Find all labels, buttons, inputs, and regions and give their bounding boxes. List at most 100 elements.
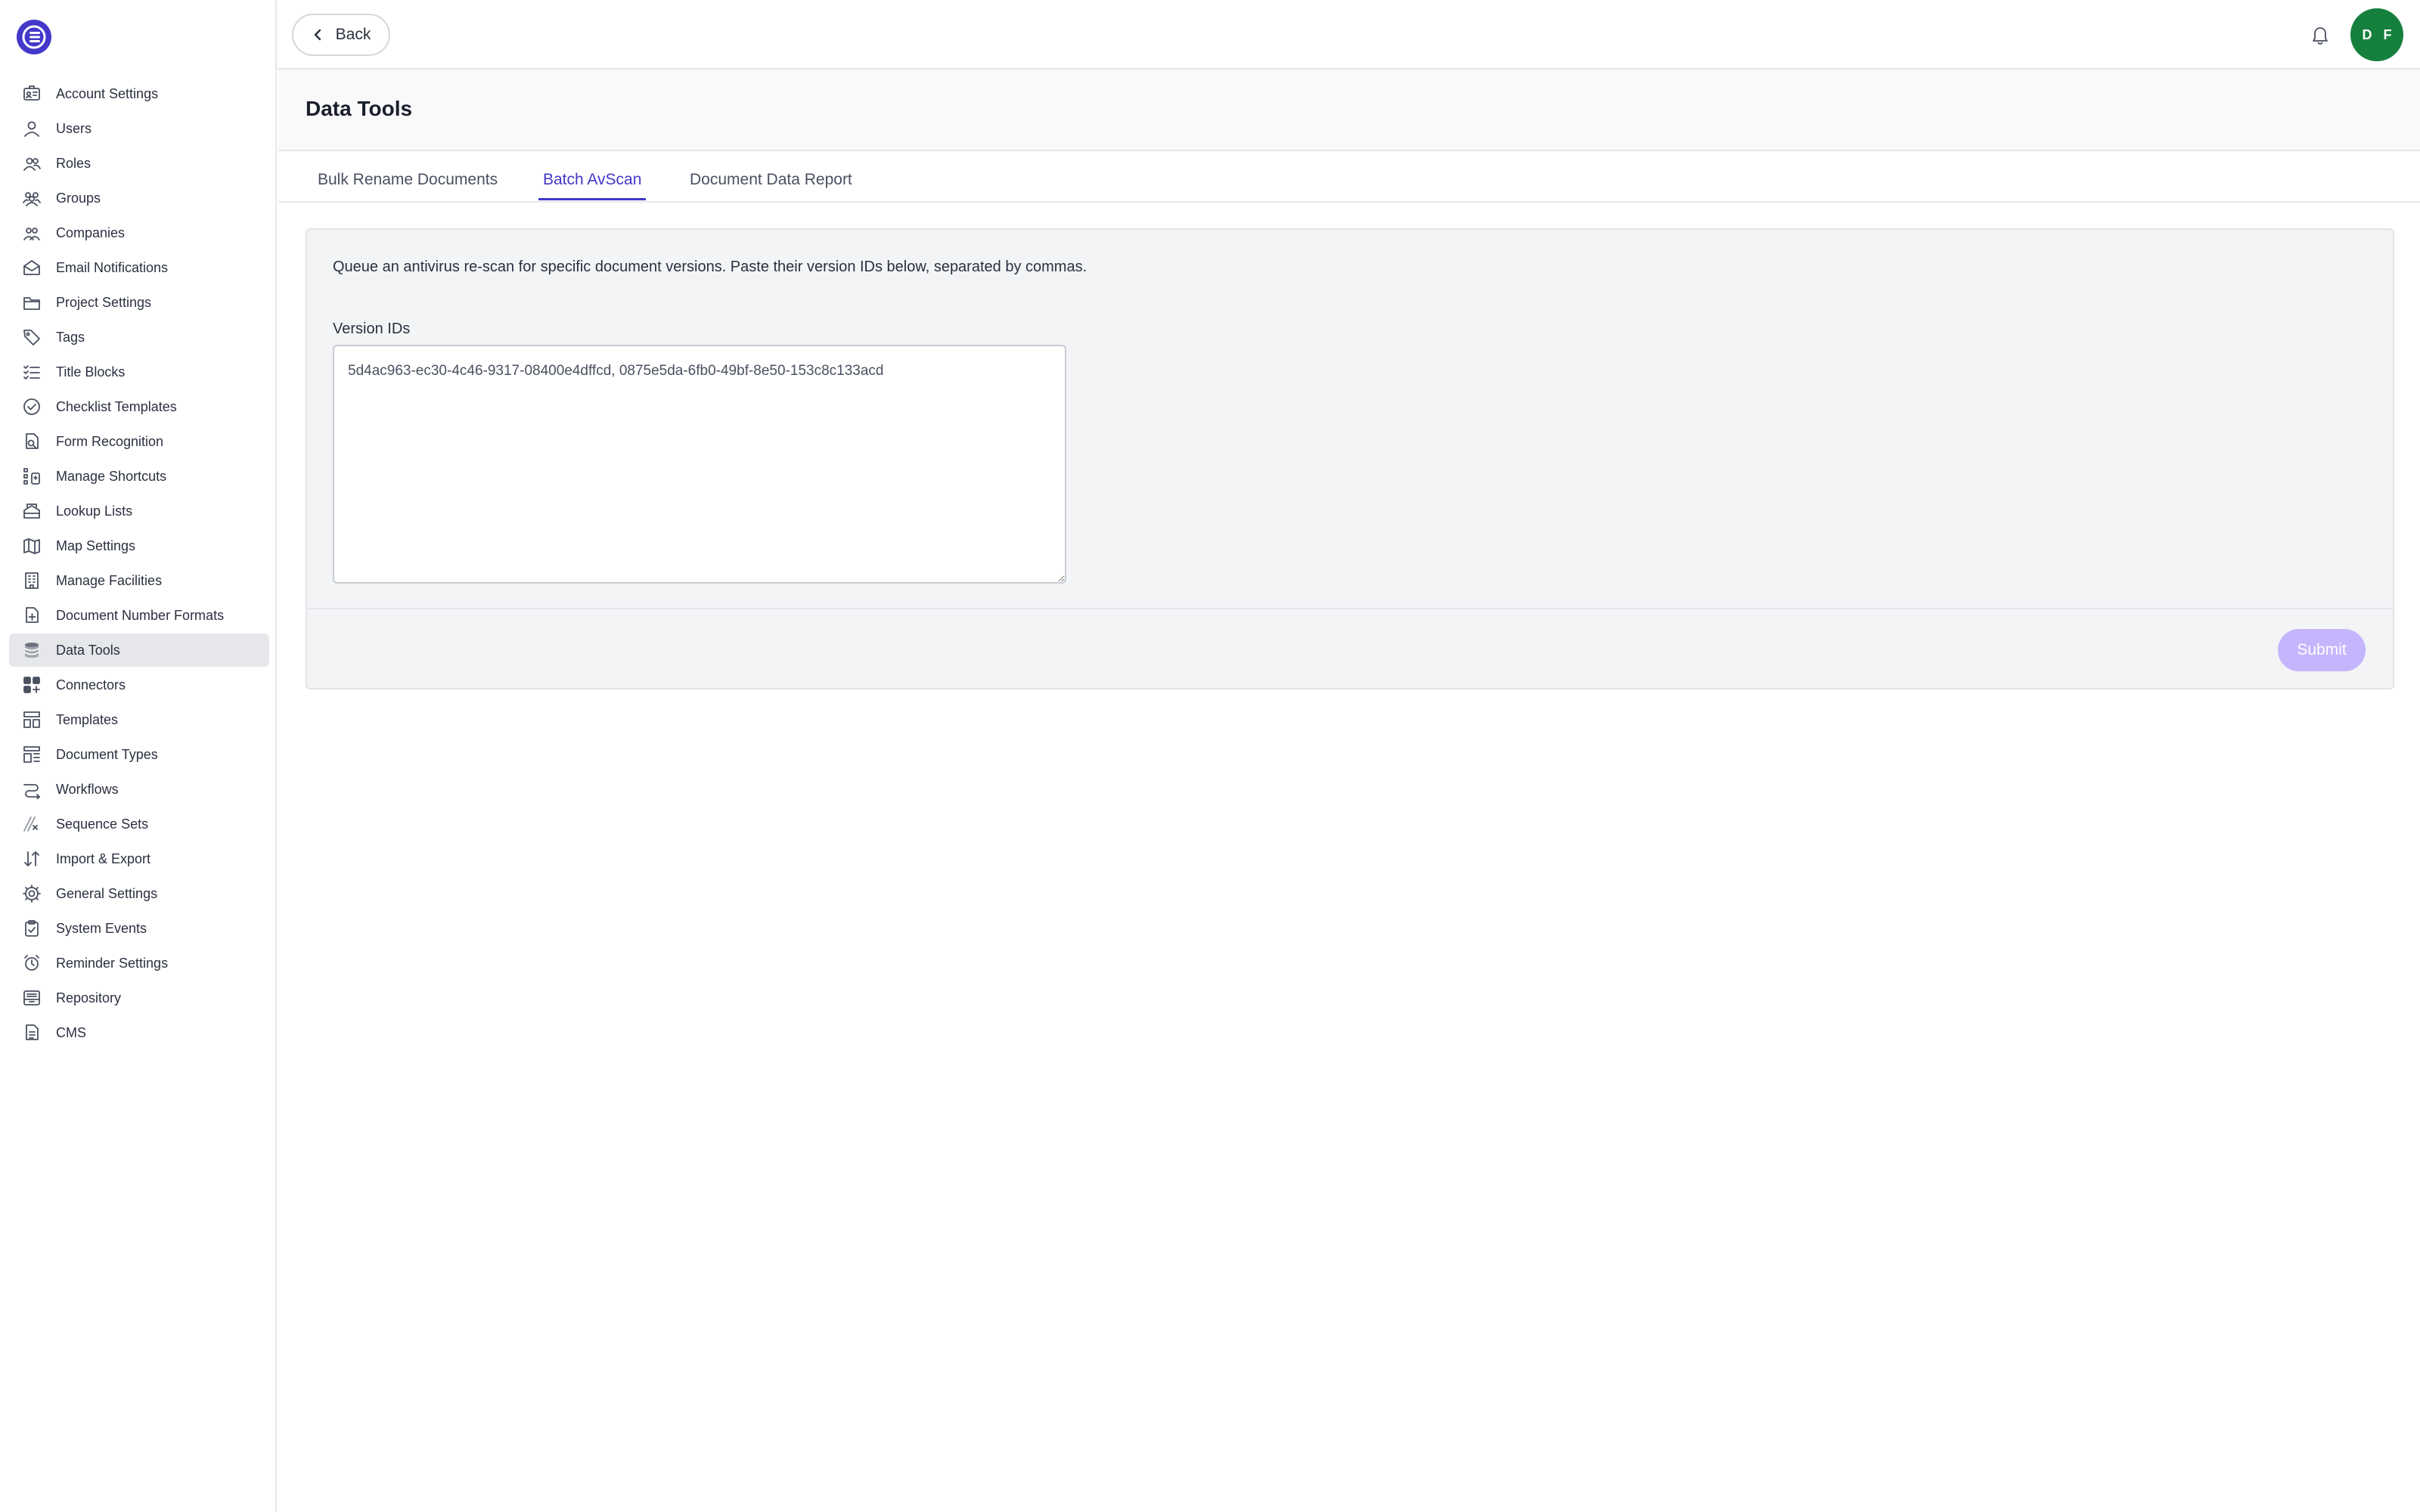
sidebar-item-repository[interactable]: Repository — [9, 981, 269, 1015]
form-description: Queue an antivirus re-scan for specific … — [333, 259, 1087, 275]
list-check-icon — [21, 361, 42, 383]
sidebar-item-email-notifications[interactable]: Email Notifications — [9, 251, 269, 284]
repository-icon — [21, 987, 42, 1009]
sidebar-item-label: Manage Shortcuts — [56, 468, 167, 484]
document-search-icon — [21, 431, 42, 452]
sidebar-item-label: Users — [56, 120, 92, 136]
sidebar-item-label: Form Recognition — [56, 433, 164, 449]
gear-icon — [21, 883, 42, 904]
map-icon — [21, 535, 42, 556]
sidebar: Account Settings Users Roles Groups Companie… — [0, 0, 277, 1512]
sidebar-item-label: Data Tools — [56, 642, 120, 658]
sidebar-item-manage-facilities[interactable]: Manage Facilities — [9, 564, 269, 597]
sidebar-item-tags[interactable]: Tags — [9, 321, 269, 354]
sidebar-item-checklist-templates[interactable]: Checklist Templates — [9, 390, 269, 423]
sidebar-item-label: Templates — [56, 711, 119, 727]
sidebar-item-label: Groups — [56, 190, 101, 206]
sidebar-item-label: Document Number Formats — [56, 607, 225, 623]
tab-bulk-rename-documents[interactable]: Bulk Rename Documents — [313, 168, 502, 198]
sidebar-item-system-events[interactable]: System Events — [9, 912, 269, 945]
sidebar-item-label: Roles — [56, 155, 92, 171]
workflow-icon — [21, 779, 42, 800]
sidebar-item-roles[interactable]: Roles — [9, 147, 269, 180]
chevron-left-icon — [314, 29, 321, 41]
sidebar-item-companies[interactable]: Companies — [9, 216, 269, 249]
sidebar-item-label: Companies — [56, 225, 126, 240]
sidebar-item-label: Lookup Lists — [56, 503, 133, 519]
sidebar-item-project-settings[interactable]: Project Settings — [9, 286, 269, 319]
sidebar-item-label: Import & Export — [56, 850, 151, 866]
sidebar-item-label: Connectors — [56, 677, 126, 692]
sidebar-item-label: Title Blocks — [56, 364, 126, 380]
tab-document-data-report[interactable]: Document Data Report — [685, 168, 857, 198]
logo-icon — [19, 22, 49, 52]
sidebar-item-label: CMS — [56, 1024, 86, 1040]
file-text-icon — [21, 1022, 42, 1043]
back-button-label: Back — [335, 26, 371, 43]
sidebar-item-label: System Events — [56, 920, 147, 936]
version-ids-label: Version IDs — [333, 321, 411, 337]
sidebar-item-label: Manage Facilities — [56, 572, 163, 588]
sidebar-item-account-settings[interactable]: Account Settings — [9, 77, 269, 110]
mail-icon — [21, 257, 42, 278]
sidebar-item-label: Repository — [56, 990, 122, 1005]
tag-icon — [21, 327, 42, 348]
sidebar-item-data-tools[interactable]: Data Tools — [9, 634, 269, 667]
sidebar-item-templates[interactable]: Templates — [9, 703, 269, 736]
app-logo[interactable] — [17, 20, 51, 54]
sidebar-item-title-blocks[interactable]: Title Blocks — [9, 355, 269, 389]
sidebar-item-connectors[interactable]: Connectors — [9, 668, 269, 702]
sidebar-item-label: Workflows — [56, 781, 119, 797]
sidebar-item-form-recognition[interactable]: Form Recognition — [9, 425, 269, 458]
user-avatar[interactable]: D F — [2350, 8, 2403, 61]
id-card-icon — [21, 83, 42, 104]
sequence-icon — [21, 813, 42, 835]
sidebar-item-import-and-export[interactable]: Import & Export — [9, 842, 269, 875]
sidebar-item-groups[interactable]: Groups — [9, 181, 269, 215]
sidebar-item-label: Project Settings — [56, 294, 152, 310]
sidebar-item-lookup-lists[interactable]: Lookup Lists — [9, 494, 269, 528]
sidebar-item-document-number-formats[interactable]: Document Number Formats — [9, 599, 269, 632]
alarm-icon — [21, 953, 42, 974]
card-divider — [307, 608, 2393, 609]
sidebar-item-cms[interactable]: CMS — [9, 1016, 269, 1049]
sidebar-item-reminder-settings[interactable]: Reminder Settings — [9, 947, 269, 980]
back-button[interactable]: Back — [292, 14, 390, 56]
sidebar-nav: Account Settings Users Roles Groups Companie… — [9, 77, 269, 1051]
version-ids-textarea[interactable]: 5d4ac963-ec30-4c46-9317-08400e4dffcd, 08… — [333, 345, 1066, 584]
company-icon — [21, 222, 42, 243]
user-icon — [21, 118, 42, 139]
sidebar-item-sequence-sets[interactable]: Sequence Sets — [9, 807, 269, 841]
sidebar-item-workflows[interactable]: Workflows — [9, 773, 269, 806]
shortcut-icon — [21, 466, 42, 487]
sidebar-item-label: Checklist Templates — [56, 398, 177, 414]
notifications-button[interactable] — [2304, 18, 2337, 51]
check-circle-icon — [21, 396, 42, 417]
sidebar-item-manage-shortcuts[interactable]: Manage Shortcuts — [9, 460, 269, 493]
sidebar-item-label: Email Notifications — [56, 259, 169, 275]
sidebar-item-general-settings[interactable]: General Settings — [9, 877, 269, 910]
batch-avscan-card: Queue an antivirus re-scan for specific … — [306, 228, 2394, 689]
layout-icon — [21, 744, 42, 765]
stack-icon — [21, 500, 42, 522]
sidebar-item-label: Document Types — [56, 746, 158, 762]
group-icon — [21, 187, 42, 209]
sidebar-item-label: Map Settings — [56, 538, 136, 553]
users-icon — [21, 153, 42, 174]
sidebar-item-label: Sequence Sets — [56, 816, 149, 832]
sidebar-item-users[interactable]: Users — [9, 112, 269, 145]
sidebar-item-document-types[interactable]: Document Types — [9, 738, 269, 771]
clipboard-check-icon — [21, 918, 42, 939]
top-bar: Back D F — [278, 0, 2420, 70]
sidebar-item-label: Account Settings — [56, 85, 159, 101]
tab-bar: Bulk Rename Documents Batch AvScan Docum… — [278, 151, 2420, 203]
tab-batch-avscan[interactable]: Batch AvScan — [538, 168, 647, 200]
submit-button[interactable]: Submit — [2278, 629, 2366, 671]
folder-icon — [21, 292, 42, 313]
grid-plus-icon — [21, 674, 42, 696]
page-title: Data Tools — [306, 97, 413, 120]
building-icon — [21, 570, 42, 591]
arrows-updown-icon — [21, 848, 42, 869]
sidebar-item-map-settings[interactable]: Map Settings — [9, 529, 269, 562]
sidebar-item-label: Reminder Settings — [56, 955, 169, 971]
